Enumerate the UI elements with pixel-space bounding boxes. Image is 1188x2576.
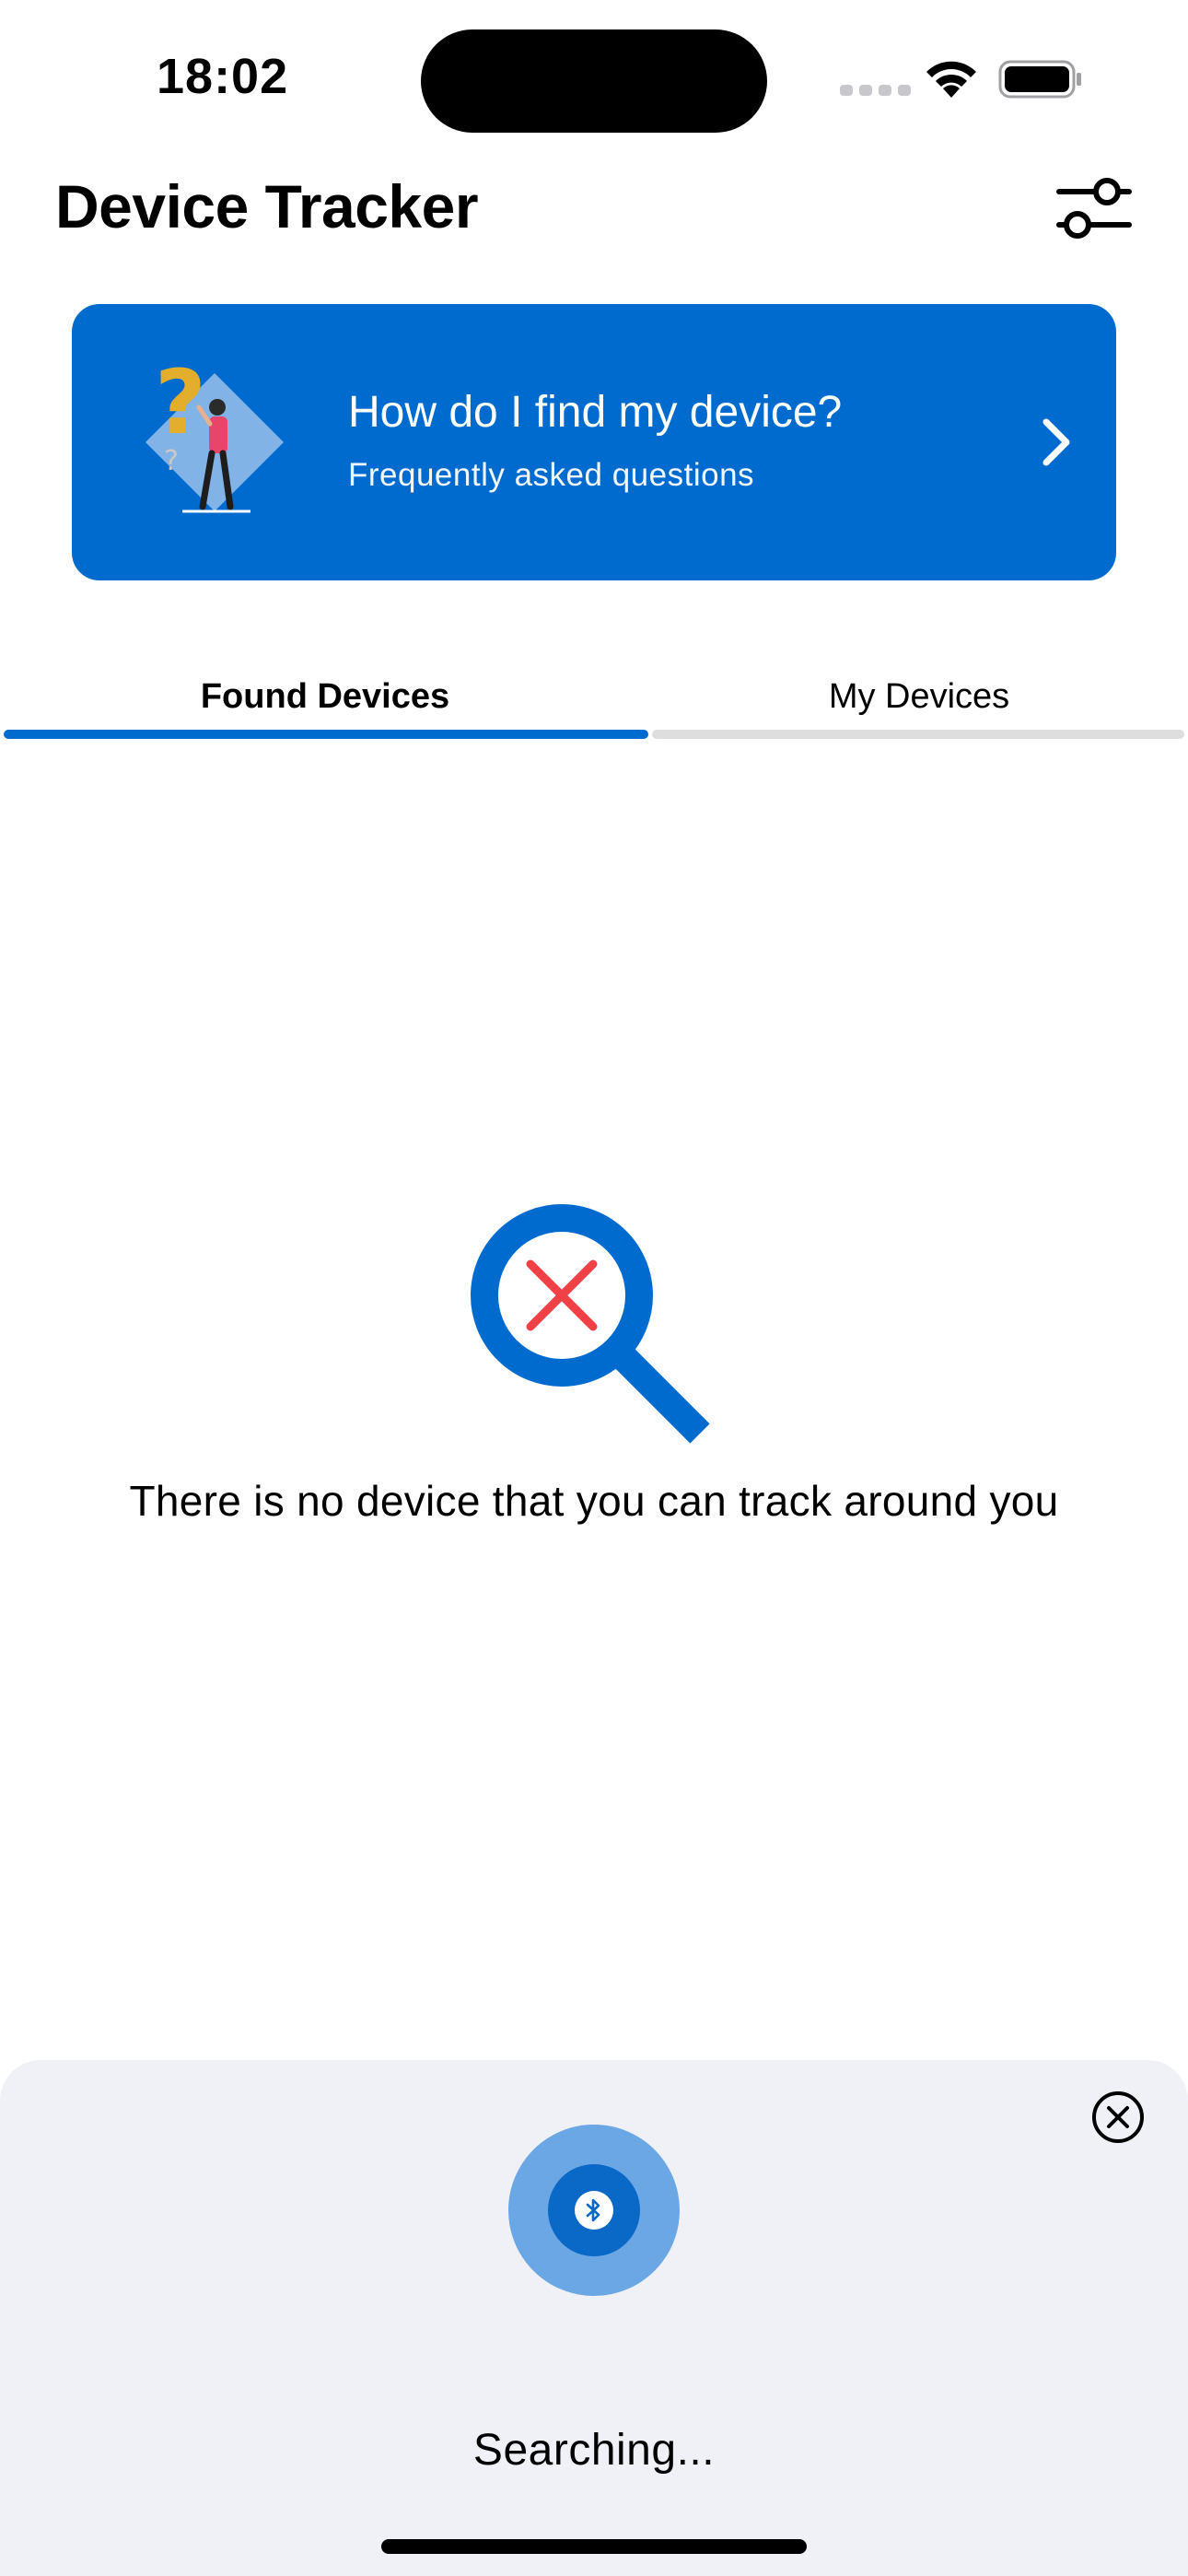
magnifier-no-results-icon	[471, 1204, 710, 1444]
scan-pulse	[508, 2125, 680, 2296]
faq-title: How do I find my device?	[348, 388, 843, 437]
svg-text:?: ?	[155, 351, 206, 454]
dynamic-island	[421, 29, 767, 133]
empty-state-message: There is no device that you can track ar…	[129, 1477, 1059, 1525]
tab-indicator-active	[4, 730, 648, 739]
searching-status: Searching...	[472, 2426, 716, 2475]
close-sheet-button[interactable]	[1090, 2090, 1146, 2145]
chevron-right-icon	[1042, 418, 1070, 466]
close-circle-icon	[1092, 2091, 1144, 2143]
wifi-icon	[926, 61, 976, 98]
filter-button[interactable]	[1055, 173, 1133, 243]
status-time: 18:02	[157, 49, 289, 104]
battery-icon	[998, 60, 1081, 99]
tab-indicator-inactive	[652, 730, 1184, 739]
scan-core	[548, 2164, 640, 2256]
home-indicator[interactable]	[381, 2539, 807, 2554]
app-screen: 18:02 Device Tracker ? ? How do I find m…	[0, 0, 1188, 2576]
faq-subtitle: Frequently asked questions	[348, 457, 755, 493]
page-title: Device Tracker	[55, 172, 479, 240]
faq-banner[interactable]: ? ? How do I find my device? Frequently …	[72, 304, 1116, 580]
faq-illustration-icon: ? ?	[146, 351, 284, 513]
bluetooth-icon	[575, 2191, 613, 2230]
search-bottom-sheet: Searching...	[0, 2060, 1188, 2576]
cellular-signal-icon	[840, 85, 911, 96]
sliders-icon	[1056, 178, 1132, 239]
svg-text:?: ?	[164, 445, 179, 477]
